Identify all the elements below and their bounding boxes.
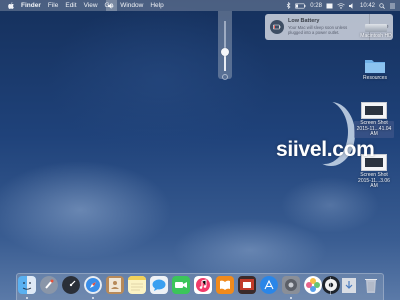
battery-time[interactable]: 0:28 bbox=[310, 3, 322, 9]
desktop-item-macintosh-hd[interactable]: Macintosh HD bbox=[356, 24, 396, 40]
desktop-item-screenshot-1[interactable]: Screen Shot 2015-11...41.04 AM bbox=[354, 102, 394, 138]
menu-file[interactable]: File bbox=[48, 2, 58, 9]
dock-downloads-icon[interactable] bbox=[340, 276, 358, 294]
spotlight-search-icon[interactable] bbox=[379, 2, 385, 9]
dock-contacts-icon[interactable] bbox=[106, 276, 124, 294]
watermark-text: siivel.com bbox=[276, 138, 375, 161]
dock-app-store-icon[interactable] bbox=[260, 276, 278, 294]
dock-notes-icon[interactable] bbox=[128, 276, 146, 294]
screenshot-icon bbox=[361, 102, 387, 119]
volume-status-icon[interactable] bbox=[106, 0, 118, 11]
apple-menu-icon[interactable] bbox=[8, 2, 14, 9]
dock-separator bbox=[330, 277, 331, 295]
dock-system-preferences-icon[interactable] bbox=[282, 276, 300, 294]
desktop-item-label: Screen Shot 2015-11...3.06 AM bbox=[358, 172, 390, 189]
hard-drive-icon bbox=[365, 24, 387, 32]
folder-icon bbox=[364, 57, 386, 74]
menu-edit[interactable]: Edit bbox=[65, 2, 76, 9]
battery-icon[interactable] bbox=[295, 3, 306, 9]
dock-finder-icon[interactable] bbox=[18, 276, 36, 294]
clock[interactable]: 10:42 bbox=[360, 3, 375, 9]
dock-dashboard-icon[interactable] bbox=[62, 276, 80, 294]
desktop-item-label: Screen Shot 2015-11...41.04 AM bbox=[354, 120, 394, 138]
running-indicator bbox=[26, 297, 28, 299]
dock-sheep-app-icon[interactable] bbox=[322, 276, 340, 294]
speaker-icon[interactable] bbox=[348, 2, 356, 9]
volume-slider-knob[interactable] bbox=[221, 48, 229, 56]
desktop-item-resources[interactable]: Resources bbox=[355, 57, 395, 82]
menu-bar: Finder File Edit View Go Window Help 0:2… bbox=[0, 0, 400, 11]
bluetooth-status-icon[interactable] bbox=[286, 2, 291, 9]
dock-photo-booth-icon[interactable] bbox=[238, 276, 256, 294]
running-indicator bbox=[290, 297, 292, 299]
dock-launchpad-icon[interactable] bbox=[40, 276, 58, 294]
flag-icon[interactable] bbox=[326, 3, 333, 9]
dock-itunes-icon[interactable] bbox=[194, 276, 212, 294]
dock-ibooks-icon[interactable] bbox=[216, 276, 234, 294]
battery-warning-icon bbox=[270, 20, 284, 34]
dock-messages-icon[interactable] bbox=[150, 276, 168, 294]
menu-help[interactable]: Help bbox=[150, 2, 163, 9]
volume-slider-popup bbox=[218, 11, 232, 80]
running-indicator bbox=[92, 297, 94, 299]
menu-app-name[interactable]: Finder bbox=[21, 2, 41, 9]
volume-low-icon bbox=[222, 74, 228, 80]
notification-center-icon[interactable] bbox=[389, 3, 396, 9]
dock-trash-icon[interactable] bbox=[362, 276, 380, 294]
menu-view[interactable]: View bbox=[84, 2, 98, 9]
dock-facetime-icon[interactable] bbox=[172, 276, 190, 294]
desktop-item-label: Macintosh HD bbox=[360, 33, 392, 39]
desktop-item-label: Resources bbox=[363, 75, 387, 81]
dock-photos-icon[interactable] bbox=[304, 276, 322, 294]
menu-window[interactable]: Window bbox=[120, 2, 143, 9]
wifi-icon[interactable] bbox=[337, 2, 345, 9]
notification-message: Your Mac will sleep soon unless plugged … bbox=[288, 25, 348, 35]
dock-safari-icon[interactable] bbox=[84, 276, 102, 294]
